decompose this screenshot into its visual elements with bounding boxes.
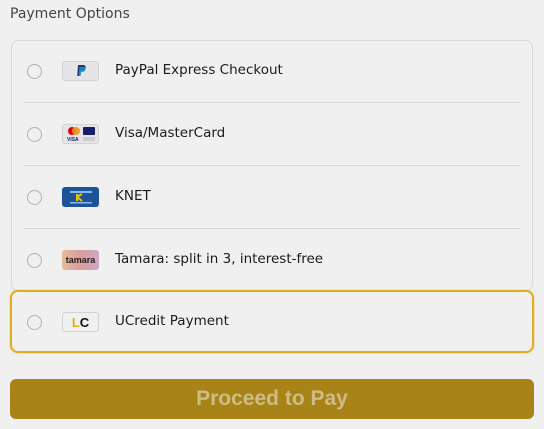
paypal-logo-icon (62, 61, 99, 81)
radio-tamara[interactable] (27, 253, 42, 268)
payment-option-ucredit[interactable]: LC UCredit Payment (10, 290, 534, 353)
payment-option-label: KNET (115, 188, 151, 204)
payment-option-label: Tamara: split in 3, interest-free (115, 251, 324, 267)
page-title: Payment Options (10, 6, 130, 22)
radio-ucredit[interactable] (27, 315, 42, 330)
visa-mastercard-logo-icon: VISA (62, 124, 99, 144)
knet-logo-icon (62, 187, 99, 207)
tamara-logo-icon: tamara (62, 250, 99, 270)
ucredit-logo-icon: LC (62, 312, 99, 332)
proceed-to-pay-button[interactable]: Proceed to Pay (10, 379, 534, 419)
tamara-logo-text: tamara (65, 255, 96, 265)
ucredit-logo-letter-l: L (71, 314, 80, 330)
payment-option-label: Visa/MasterCard (115, 125, 226, 141)
radio-knet[interactable] (27, 190, 42, 205)
radio-paypal[interactable] (27, 64, 42, 79)
svg-text:VISA: VISA (67, 137, 79, 143)
payment-option-tamara[interactable]: tamara Tamara: split in 3, interest-free (11, 229, 533, 292)
payment-option-knet[interactable]: KNET (11, 166, 533, 229)
payment-option-label: UCredit Payment (115, 313, 229, 329)
ucredit-logo-letter-c: C (79, 314, 90, 330)
payment-option-label: PayPal Express Checkout (115, 62, 283, 78)
payment-option-visa-mastercard[interactable]: VISA Visa/MasterCard (11, 103, 533, 166)
payment-option-paypal[interactable]: PayPal Express Checkout (11, 40, 533, 103)
radio-visa-mastercard[interactable] (27, 127, 42, 142)
